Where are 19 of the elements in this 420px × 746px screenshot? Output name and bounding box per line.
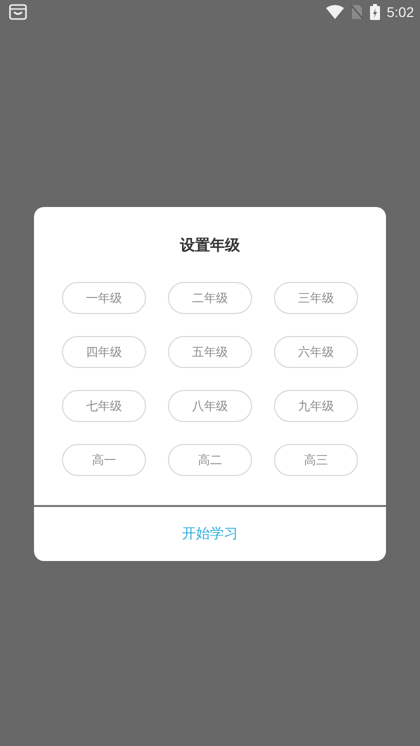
start-learning-button[interactable]: 开始学习: [34, 506, 386, 560]
battery-charging-icon: [370, 4, 380, 20]
grade-option[interactable]: 高三: [274, 444, 358, 476]
clock-time: 5:02: [386, 4, 414, 20]
grade-option[interactable]: 八年级: [168, 390, 252, 422]
grade-option[interactable]: 二年级: [168, 282, 252, 314]
wifi-icon: [326, 5, 344, 19]
grade-option[interactable]: 四年级: [62, 336, 146, 368]
grade-option[interactable]: 一年级: [62, 282, 146, 314]
shopping-bag-icon: [9, 4, 27, 20]
grade-option[interactable]: 高二: [168, 444, 252, 476]
grade-option[interactable]: 九年级: [274, 390, 358, 422]
dialog-title: 设置年级: [180, 235, 240, 256]
no-sim-icon: [350, 4, 363, 20]
grade-option[interactable]: 五年级: [168, 336, 252, 368]
grade-option[interactable]: 七年级: [62, 390, 146, 422]
grade-option[interactable]: 高一: [62, 444, 146, 476]
grade-option[interactable]: 六年级: [274, 336, 358, 368]
grade-option[interactable]: 三年级: [274, 282, 358, 314]
